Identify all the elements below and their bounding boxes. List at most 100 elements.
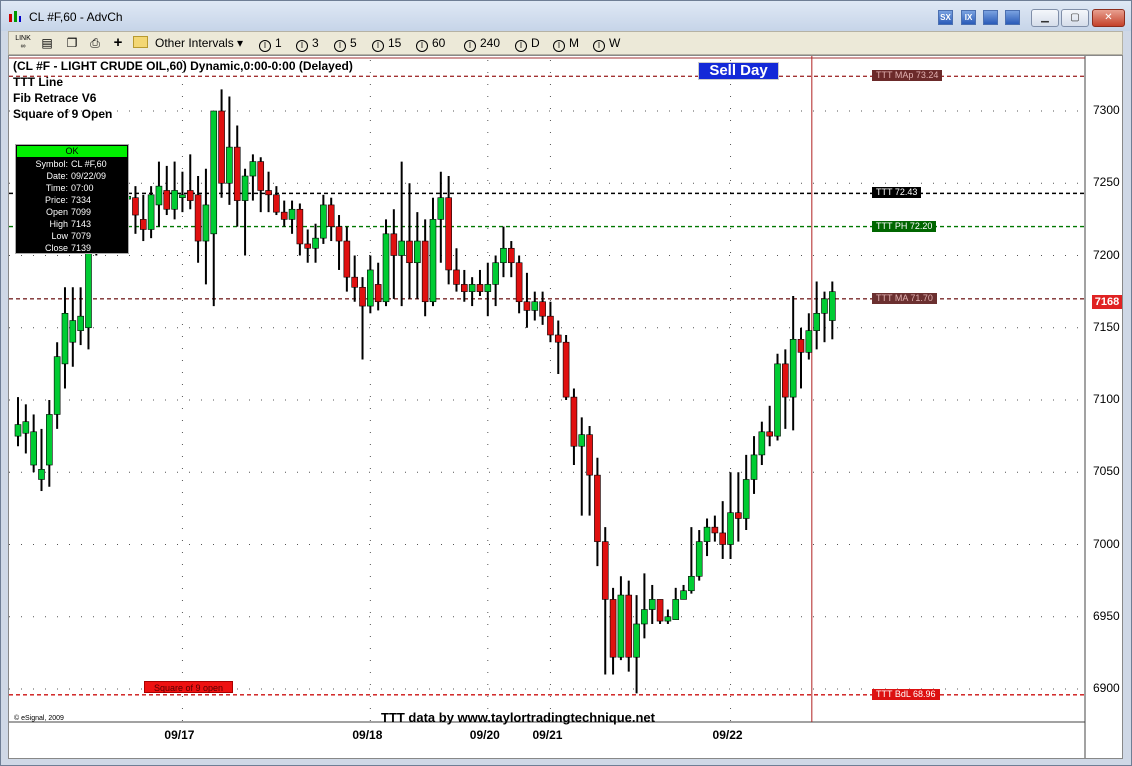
chart-icon[interactable]: ▤	[39, 35, 55, 51]
interval-daily-button[interactable]: ID	[515, 36, 540, 52]
price-chart[interactable]	[9, 56, 1122, 758]
candle-body	[539, 301, 546, 317]
candle-body	[241, 175, 249, 201]
interval-icon: I	[372, 40, 384, 52]
candle-body	[38, 469, 45, 480]
maximize-button[interactable]: ▢	[1061, 9, 1089, 27]
sx-button[interactable]: SX	[938, 10, 953, 25]
y-tick-label: 6900	[1093, 681, 1120, 695]
close-button[interactable]: ✕	[1092, 9, 1125, 27]
candle-body	[312, 237, 319, 249]
candle-body	[265, 190, 272, 196]
tile-window-button[interactable]	[983, 10, 998, 25]
interval-3-button[interactable]: I3	[296, 36, 319, 52]
window-title: CL #F,60 - AdvCh	[29, 10, 123, 24]
candle-body	[789, 339, 797, 398]
candle-body	[547, 315, 554, 336]
data-value: 07:00	[71, 183, 94, 193]
candle-body	[586, 434, 593, 476]
plus-icon[interactable]: +	[110, 35, 126, 51]
candle-body	[139, 219, 147, 230]
data-label: Date:	[46, 171, 68, 181]
chart-app-icon	[8, 10, 22, 23]
ix-button[interactable]: IX	[961, 10, 976, 25]
x-tick-label: 09/21	[532, 728, 563, 742]
data-value: CL #F,60	[71, 159, 107, 169]
candle-body	[461, 284, 468, 292]
chart-panel[interactable]: (CL #F - LIGHT CRUDE OIL,60) Dynamic,0:0…	[8, 55, 1123, 759]
candle-body	[688, 575, 695, 592]
candle-body	[453, 269, 460, 285]
indicator-label: Fib Retrace V6	[13, 91, 97, 105]
candle-body	[343, 240, 351, 278]
candle-body	[61, 312, 69, 365]
candle-body	[218, 110, 225, 184]
other-intervals-dropdown[interactable]: Other Intervals ▾	[155, 36, 243, 50]
y-tick-label: 6950	[1093, 608, 1120, 623]
candle-body	[594, 474, 601, 542]
candle-body	[179, 194, 186, 198]
copy-icon[interactable]: ❐	[64, 35, 80, 51]
candle-body	[680, 590, 687, 600]
toolbar: LINK ∞ ▤ ❐ ⎙ + Other Intervals ▾ I1 I3 I5…	[8, 31, 1123, 55]
cascade-window-button[interactable]	[1005, 10, 1020, 25]
interval-icon: I	[334, 40, 346, 52]
candle-body	[22, 421, 30, 434]
y-tick-label: 7000	[1093, 536, 1120, 551]
candle-body	[147, 194, 155, 230]
candle-body	[46, 414, 53, 466]
candle-body	[414, 240, 421, 264]
data-label: Low	[51, 231, 68, 241]
candle-body	[766, 431, 773, 437]
data-label: Price:	[44, 195, 68, 205]
candle-body	[304, 243, 312, 249]
interval-icon: I	[296, 40, 308, 52]
current-price-tag: 7168	[1092, 294, 1122, 309]
candle-body	[492, 262, 499, 285]
candle-body	[695, 541, 703, 577]
indicator-label: Square of 9 Open	[13, 107, 113, 121]
interval-1-button[interactable]: I1	[259, 36, 282, 52]
interval-weekly-button[interactable]: IW	[593, 36, 620, 52]
candle-body	[609, 599, 617, 658]
candle-body	[500, 247, 507, 264]
interval-15-button[interactable]: I 15	[372, 36, 401, 52]
indicator-label: TTT Line	[13, 75, 63, 89]
candle-body	[531, 301, 539, 311]
level-label: TTT 72.43	[872, 187, 922, 199]
app-window: CL #F,60 - AdvCh SX IX ▁ ▢ ✕ LINK ∞ ▤ ❐ ⎙…	[0, 0, 1132, 766]
candle-body	[429, 219, 437, 303]
print-icon[interactable]: ⎙	[87, 35, 103, 51]
minimize-button[interactable]: ▁	[1031, 9, 1059, 27]
candle-body	[288, 208, 296, 220]
candle-body	[782, 363, 789, 398]
interval-icon: I	[259, 40, 271, 52]
candle-body	[69, 320, 77, 343]
y-tick-label: 7050	[1093, 464, 1120, 479]
candle-body	[562, 341, 570, 398]
candle-body	[367, 269, 374, 307]
candle-body	[750, 454, 758, 480]
candle-body	[155, 185, 163, 206]
interval-label: 60	[432, 36, 446, 50]
interval-60-button[interactable]: I 60	[416, 36, 445, 52]
level-label: TTT PH 72.20	[872, 220, 937, 232]
interval-monthly-button[interactable]: IM	[553, 36, 579, 52]
candle-body	[249, 161, 257, 177]
candle-body	[335, 226, 343, 242]
sell-day-badge: Sell Day	[698, 62, 779, 80]
y-tick-label: 7150	[1093, 319, 1120, 334]
interval-label: 240	[480, 36, 501, 50]
candle-body	[515, 262, 523, 303]
candle-body	[656, 599, 664, 622]
interval-5-button[interactable]: I5	[334, 36, 357, 52]
interval-icon: I	[464, 40, 476, 52]
interval-240-button[interactable]: I 240	[464, 36, 500, 52]
candle-body	[797, 339, 805, 353]
candle-body	[507, 247, 515, 264]
link-icon[interactable]: LINK ∞	[15, 35, 31, 51]
candle-body	[351, 276, 358, 288]
candle-body	[163, 190, 171, 210]
data-label: Time:	[45, 183, 68, 193]
interval-label: M	[569, 36, 579, 50]
